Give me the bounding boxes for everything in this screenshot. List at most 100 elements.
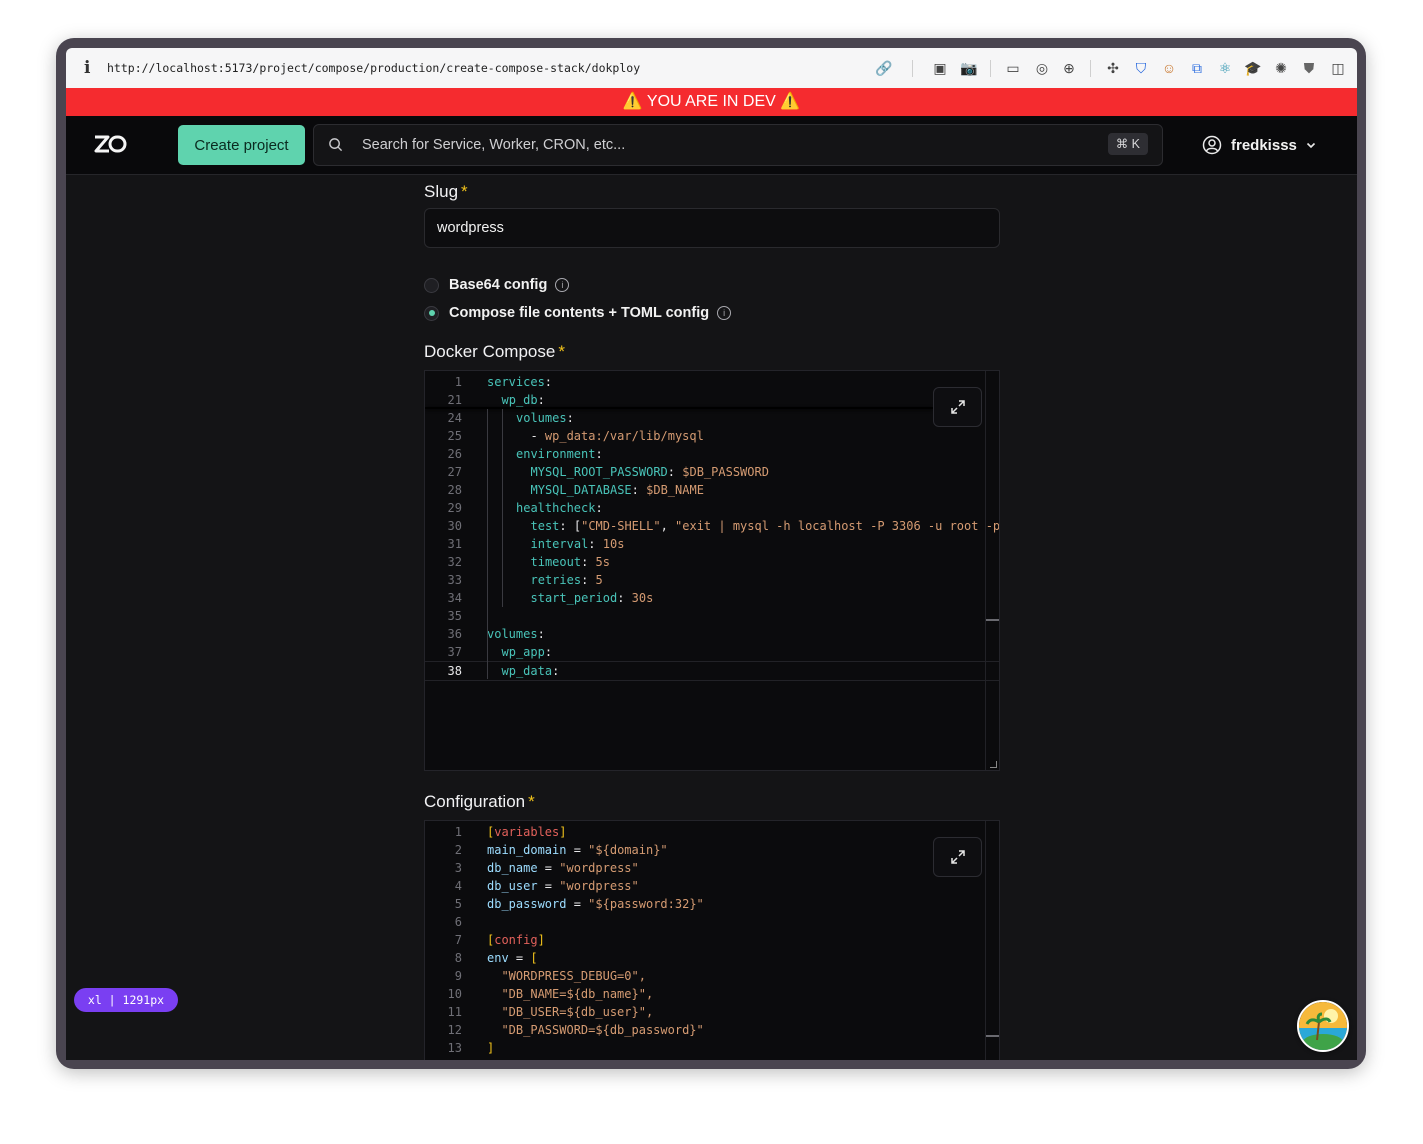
yaml-key: wp_db — [501, 393, 538, 407]
yaml-colon: : — [537, 393, 545, 407]
toml-string: "WORDPRESS_DEBUG=0", — [487, 969, 646, 983]
yaml-value: 5s — [588, 555, 610, 569]
scrollbar-thumb[interactable] — [986, 619, 999, 621]
toml-bracket: ] — [537, 933, 545, 947]
code-line: 1 services: — [425, 373, 985, 391]
line-number: 36 — [447, 627, 462, 641]
search-shortcut: ⌘ K — [1107, 133, 1148, 155]
toml-bracket: ] — [487, 1041, 495, 1055]
logo-icon — [94, 135, 127, 153]
yaml-key: healthcheck — [516, 501, 596, 515]
line-text: - wp_data:/var/lib/mysql — [516, 427, 703, 445]
yaml-colon: : — [595, 501, 603, 515]
toml-string: "DB_USER=${db_user}", — [487, 1005, 654, 1019]
breakpoint-badge: xl | 1291px — [74, 988, 178, 1012]
yaml-key: start_period — [530, 591, 618, 605]
site-info-icon[interactable]: i — [84, 58, 90, 78]
yaml-key: wp_data — [501, 664, 553, 678]
yaml-key: timeout — [530, 555, 582, 569]
graduation-icon[interactable]: 🎓 — [1243, 58, 1263, 78]
code-line: 37 wp_app: — [425, 643, 985, 661]
line-text: start_period: 30s — [531, 589, 654, 607]
scrollbar-thumb[interactable] — [986, 1035, 999, 1037]
floating-avatar[interactable] — [1297, 1000, 1349, 1052]
line-text: volumes: — [487, 625, 545, 643]
code-line: 25 - wp_data:/var/lib/mysql — [425, 427, 985, 445]
info-icon[interactable]: i — [717, 306, 732, 320]
yaml-key: MYSQL_DATABASE — [530, 483, 632, 497]
yaml-colon: : — [544, 645, 553, 659]
yaml-key: interval — [530, 537, 589, 551]
yaml-punct: [ — [566, 519, 582, 533]
zebra-icon[interactable]: ✺ — [1271, 58, 1291, 78]
configuration-label-text: Configuration — [424, 792, 526, 811]
line-number: 7 — [454, 933, 462, 947]
logo[interactable] — [93, 134, 127, 159]
react-devtools-icon[interactable]: ⚛ — [1215, 58, 1235, 78]
dev-banner: ⚠️ YOU ARE IN DEV ⚠️ — [66, 88, 1357, 116]
search-input[interactable]: Search for Service, Worker, CRON, etc...… — [313, 124, 1163, 166]
yaml-dash: - — [516, 429, 545, 443]
yaml-key: retries — [530, 573, 582, 587]
yaml-key: MYSQL_ROOT_PASSWORD — [530, 465, 668, 479]
docker-compose-label-text: Docker Compose — [424, 342, 556, 361]
yaml-key: test — [530, 519, 560, 533]
docker-compose-editor[interactable]: 1 services: 21 wp_db: 24 volumes: 25 - wp_data… — [424, 370, 1000, 771]
ublock-icon[interactable]: ⛊ — [1299, 58, 1319, 78]
required-mark: * — [461, 182, 468, 201]
line-text: services: — [487, 373, 552, 391]
picture-in-picture-icon[interactable]: ⧉ — [1187, 58, 1207, 78]
globe-icon[interactable]: ◎ — [1032, 58, 1052, 78]
info-icon[interactable]: i — [555, 278, 570, 292]
slug-value: wordpress — [437, 220, 504, 236]
toml-eq: = — [537, 879, 560, 893]
yaml-colon: : — [537, 627, 545, 641]
line-text: wp_db: — [502, 391, 545, 409]
line-number: 5 — [454, 897, 462, 911]
url-text[interactable]: http://localhost:5173/project/compose/pr… — [107, 61, 640, 75]
toml-section: config — [494, 933, 538, 947]
extension-icon[interactable]: ✣ — [1103, 58, 1123, 78]
bitwarden-icon[interactable]: ⛉ — [1131, 58, 1151, 78]
link-icon[interactable]: 🔗 — [874, 58, 894, 78]
yaml-punct: , — [660, 519, 676, 533]
crosshair-icon[interactable]: ⊕ — [1059, 58, 1079, 78]
line-number: 29 — [447, 501, 462, 515]
line-number: 37 — [447, 645, 462, 659]
yaml-value: $DB_NAME — [638, 483, 704, 497]
code-line: 34 start_period: 30s — [425, 589, 985, 607]
line-text: db_name = "wordpress" — [487, 859, 639, 877]
code-line: 29 healthcheck: — [425, 499, 985, 517]
radio-compose-toml[interactable]: Compose file contents + TOML config i — [424, 305, 732, 321]
radio-button[interactable] — [424, 305, 439, 321]
slug-label-text: Slug — [424, 182, 459, 201]
toml-key: db_password — [487, 897, 567, 911]
user-menu[interactable]: fredkisss — [1202, 135, 1317, 155]
radio-button[interactable] — [424, 277, 439, 293]
editor-scrollbar[interactable] — [985, 371, 999, 770]
slug-input[interactable]: wordpress — [424, 208, 1000, 248]
toml-string: "DB_PASSWORD=${db_password}" — [487, 1023, 704, 1037]
screenshot-icon[interactable]: ▣ — [930, 58, 950, 78]
resize-handle[interactable] — [990, 761, 997, 768]
toml-string: "${domain}" — [588, 843, 668, 857]
browser-window: i http://localhost:5173/project/compose/… — [66, 48, 1357, 1060]
create-project-button[interactable]: Create project — [178, 125, 305, 165]
editor-scrollbar[interactable] — [985, 821, 999, 1060]
toml-key: env — [487, 951, 509, 965]
slug-label: Slug * — [424, 182, 468, 202]
avatar-extension-icon[interactable]: ☺ — [1159, 58, 1179, 78]
yaml-key: volumes — [516, 411, 567, 425]
sidebar-toggle-icon[interactable]: ◫ — [1328, 58, 1348, 78]
code-line: 33 retries: 5 — [425, 571, 985, 589]
yaml-colon: : — [566, 411, 574, 425]
configuration-editor[interactable]: 1 [variables] 2 main_domain = "${domain}" 3 d… — [424, 820, 1000, 1060]
url-bar[interactable]: i http://localhost:5173/project/compose/… — [66, 48, 1357, 89]
radio-base64[interactable]: Base64 config i — [424, 277, 570, 293]
line-text: healthcheck: — [516, 499, 603, 517]
yaml-key: environment — [516, 447, 596, 461]
terminal-icon[interactable]: ▭ — [1003, 58, 1023, 78]
line-text: "DB_USER=${db_user}", — [487, 1003, 653, 1021]
yaml-colon: : — [544, 375, 553, 389]
camera-icon[interactable]: 📷 — [959, 58, 979, 78]
